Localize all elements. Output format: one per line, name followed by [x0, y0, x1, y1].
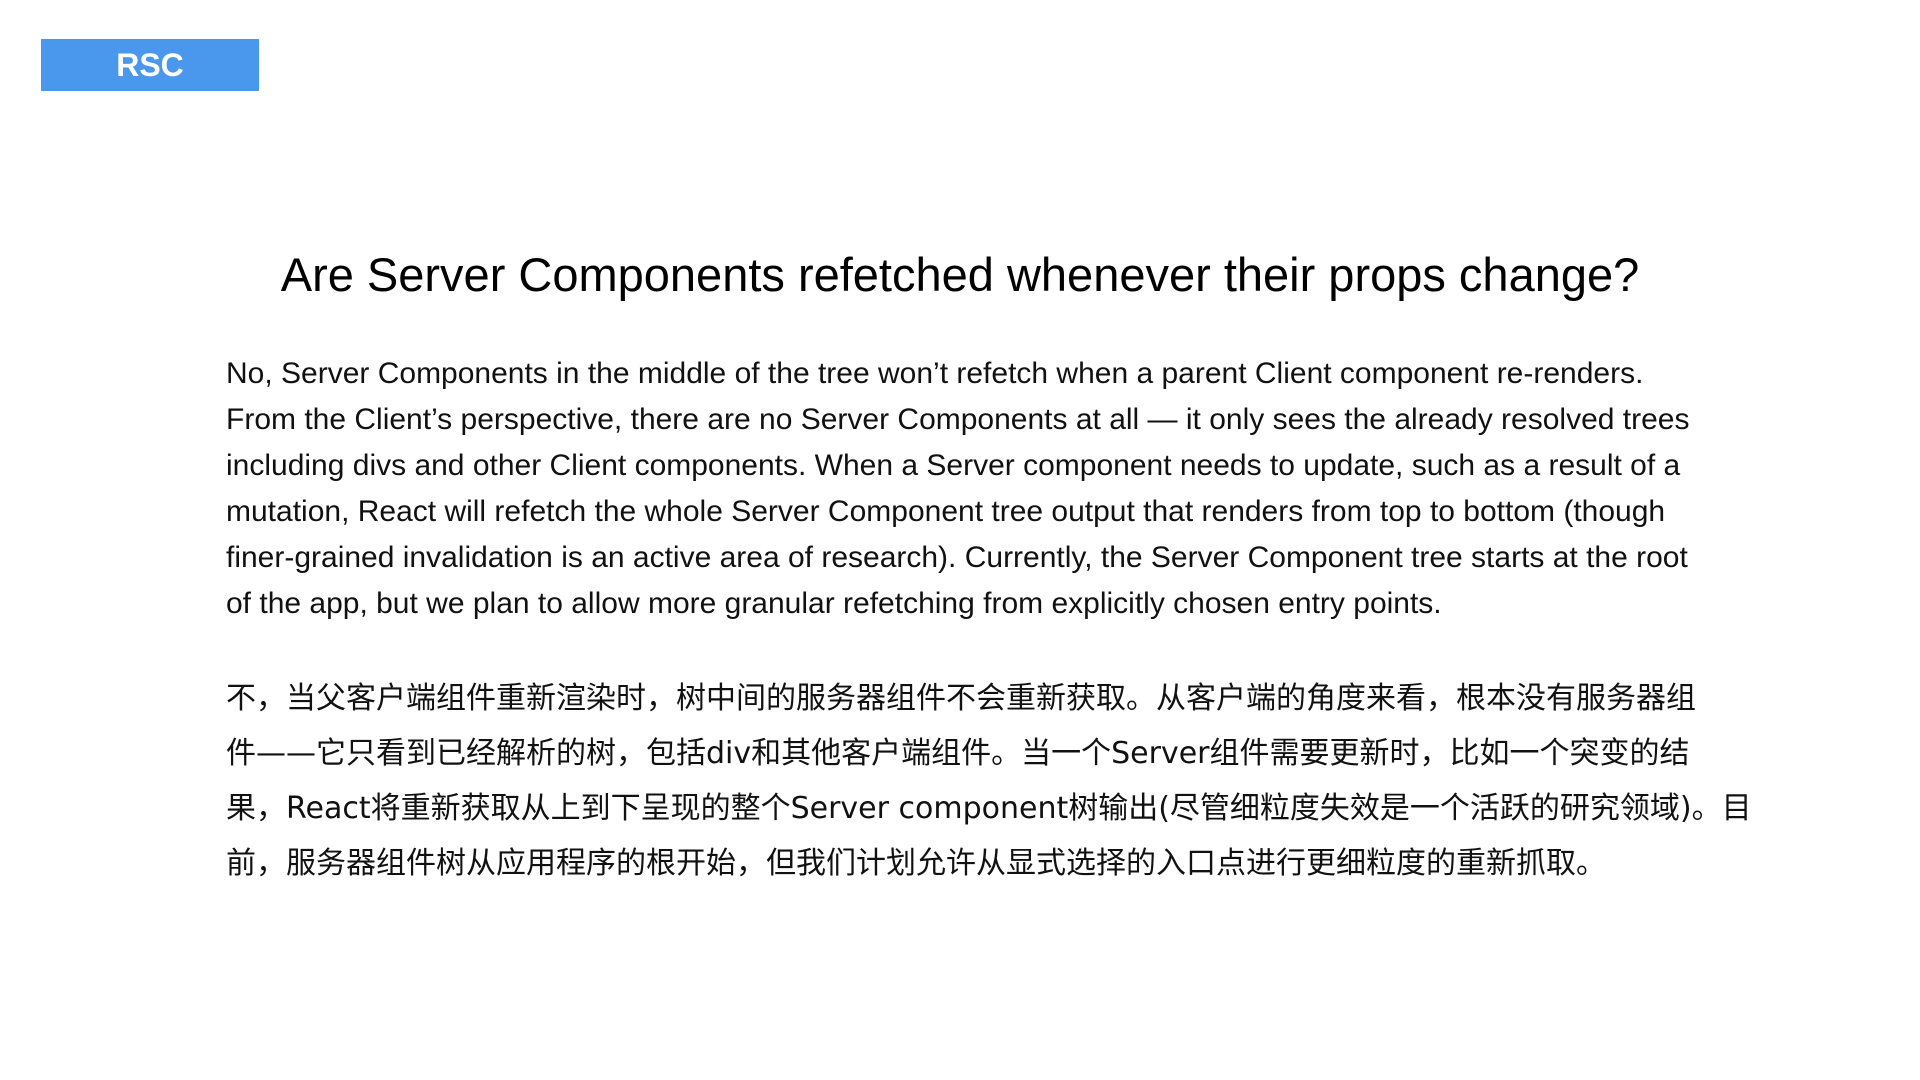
- rsc-tag: RSC: [41, 39, 259, 91]
- chinese-line: 前，服务器组件树从应用程序的根开始，但我们计划允许从显式选择的入口点进行更细粒度…: [226, 846, 1606, 881]
- english-line: including divs and other Client componen…: [226, 449, 1681, 482]
- chinese-line: 件——它只看到已经解析的树，包括div和其他客户端组件。当一个Server组件需…: [226, 736, 1690, 771]
- english-line: of the app, but we plan to allow more gr…: [226, 587, 1442, 620]
- english-line: finer-grained invalidation is an active …: [226, 541, 1688, 574]
- chinese-line: 不，当父客户端组件重新渲染时，树中间的服务器组件不会重新获取。从客户端的角度来看…: [226, 681, 1696, 716]
- english-line: From the Client’s perspective, there are…: [226, 403, 1690, 436]
- english-line: mutation, React will refetch the whole S…: [226, 495, 1666, 528]
- page-title: Are Server Components refetched whenever…: [280, 248, 1640, 301]
- chinese-paragraph: 不，当父客户端组件重新渲染时，树中间的服务器组件不会重新获取。从客户端的角度来看…: [226, 671, 1826, 891]
- english-paragraph: No, Server Components in the middle of t…: [226, 351, 1826, 627]
- chinese-line: 果，React将重新获取从上到下呈现的整个Server component树输出…: [226, 791, 1752, 826]
- english-line: No, Server Components in the middle of t…: [226, 357, 1644, 390]
